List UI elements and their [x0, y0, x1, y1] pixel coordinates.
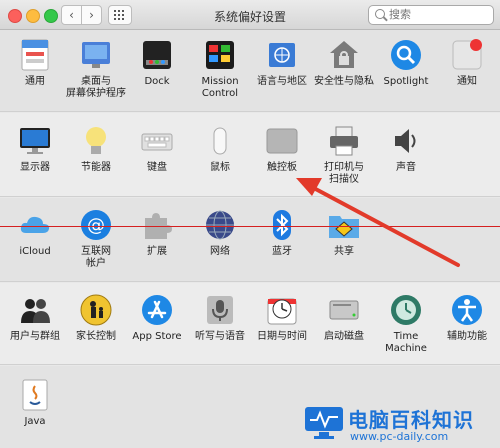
monitor-logo-icon: [305, 407, 343, 439]
watermark-url: www.pc-daily.com: [350, 430, 449, 443]
watermark-title: 电脑百科知识: [348, 408, 474, 432]
annotation-arrow: [296, 178, 460, 267]
watermark: 电脑百科知识 www.pc-daily.com: [300, 398, 500, 448]
